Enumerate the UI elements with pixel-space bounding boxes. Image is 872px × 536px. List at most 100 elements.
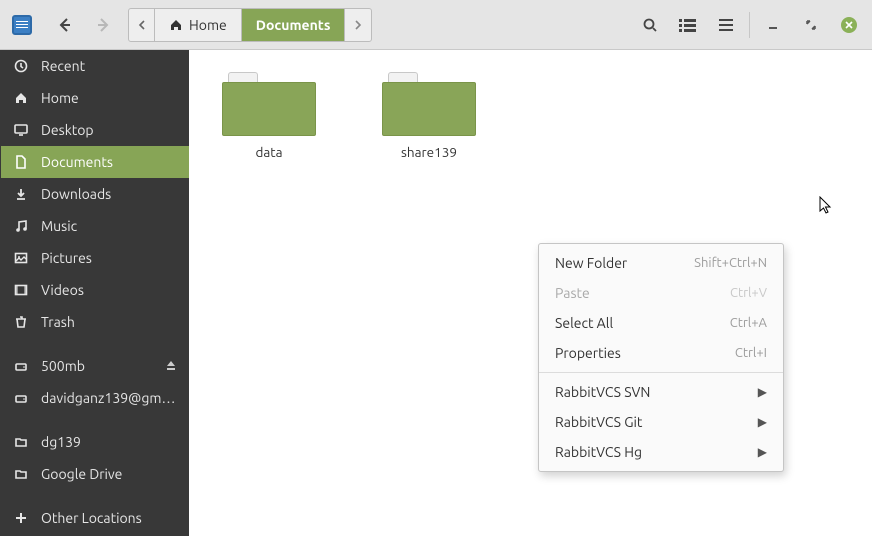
arrow-left-icon — [57, 17, 73, 33]
path-current-label: Documents — [256, 17, 331, 33]
picture-icon — [13, 251, 29, 265]
arrow-right-icon — [95, 17, 111, 33]
trash-icon — [13, 315, 29, 329]
sidebar-item-other-locations[interactable]: Other Locations — [1, 502, 189, 534]
toolbar-separator — [749, 12, 750, 38]
menu-item-rabbitvcs-svn[interactable]: RabbitVCS SVN ▶ — [539, 377, 783, 407]
eject-icon[interactable] — [165, 358, 177, 374]
menu-item-label: RabbitVCS Git — [555, 414, 748, 430]
folder-icon — [13, 467, 29, 481]
sidebar-item-label: Videos — [41, 282, 177, 298]
sidebar-item-trash[interactable]: Trash — [1, 306, 189, 338]
sidebar-item-downloads[interactable]: Downloads — [1, 178, 189, 210]
plus-icon — [13, 511, 29, 525]
menu-item-new-folder[interactable]: New Folder Shift+Ctrl+N — [539, 248, 783, 278]
menu-item-shortcut: Shift+Ctrl+N — [694, 256, 767, 270]
menu-item-label: Properties — [555, 345, 725, 361]
maximize-icon — [805, 19, 817, 31]
sidebar-item-label: Music — [41, 218, 177, 234]
back-button[interactable] — [46, 6, 84, 44]
path-segment-current[interactable]: Documents — [242, 9, 346, 41]
folder-grid: data share139 — [189, 50, 872, 182]
hamburger-icon — [718, 18, 734, 32]
folder-label: data — [255, 144, 282, 160]
clock-icon — [13, 59, 29, 73]
sidebar-item-pictures[interactable]: Pictures — [1, 242, 189, 274]
forward-button[interactable] — [84, 6, 122, 44]
sidebar-item-label: davidganz139@gm… — [41, 390, 177, 406]
cursor-icon — [819, 196, 833, 216]
menu-item-label: Select All — [555, 315, 720, 331]
sidebar-item-desktop[interactable]: Desktop — [1, 114, 189, 146]
path-overflow-button[interactable] — [345, 9, 371, 41]
window-maximize-button[interactable] — [792, 6, 830, 44]
path-root-button[interactable] — [129, 9, 155, 41]
window-minimize-button[interactable] — [754, 6, 792, 44]
close-icon — [841, 17, 857, 33]
chevron-right-icon: ▶ — [758, 385, 767, 399]
sidebar-item-label: Other Locations — [41, 510, 177, 526]
menu-item-rabbitvcs-git[interactable]: RabbitVCS Git ▶ — [539, 407, 783, 437]
folder-label: share139 — [401, 144, 457, 160]
minimize-icon — [767, 19, 779, 31]
home-icon — [13, 91, 29, 105]
menu-item-label: New Folder — [555, 255, 684, 271]
path-home-label: Home — [189, 17, 227, 33]
menu-item-label: RabbitVCS SVN — [555, 384, 748, 400]
menu-item-shortcut: Ctrl+A — [730, 316, 767, 330]
sidebar-item-label: Google Drive — [41, 466, 177, 482]
chevron-left-icon — [137, 20, 147, 30]
menu-item-properties[interactable]: Properties Ctrl+I — [539, 338, 783, 368]
chevron-right-icon — [354, 20, 362, 30]
app-icon — [12, 15, 32, 35]
sidebar-item-label: Documents — [41, 154, 177, 170]
music-icon — [13, 219, 29, 233]
sidebar-item-google-drive[interactable]: Google Drive — [1, 458, 189, 490]
chevron-right-icon: ▶ — [758, 445, 767, 459]
sidebar-item-label: Recent — [41, 58, 177, 74]
sidebar-item-home[interactable]: Home — [1, 82, 189, 114]
sidebar-item-dg139[interactable]: dg139 — [1, 426, 189, 458]
folder-item[interactable]: data — [219, 72, 319, 160]
sidebar-item-label: Trash — [41, 314, 177, 330]
menu-item-select-all[interactable]: Select All Ctrl+A — [539, 308, 783, 338]
sidebar-item-label: Desktop — [41, 122, 177, 138]
menu-separator — [539, 372, 783, 373]
window-close-button[interactable] — [830, 6, 868, 44]
search-icon — [642, 17, 658, 33]
context-menu: New FolderShift+Ctrl+NPasteCtrl+VSelect … — [538, 243, 784, 472]
view-toggle-button[interactable] — [669, 6, 707, 44]
menu-item-paste: PasteCtrl+V — [539, 278, 783, 308]
document-icon — [13, 155, 29, 169]
desktop-icon — [13, 123, 29, 137]
path-segment-home[interactable]: Home — [155, 9, 242, 41]
sidebar-item-label: 500mb — [41, 358, 153, 374]
sidebar-item-500mb[interactable]: 500mb — [1, 350, 189, 382]
main-area: Recent Home Desktop Documents Downloads Music… — [0, 50, 872, 536]
sidebar-item-videos[interactable]: Videos — [1, 274, 189, 306]
drive-icon — [13, 391, 29, 405]
toolbar: Home Documents — [0, 0, 872, 50]
chevron-right-icon: ▶ — [758, 415, 767, 429]
sidebar-item-music[interactable]: Music — [1, 210, 189, 242]
sidebar-item-label: Pictures — [41, 250, 177, 266]
sidebar-item-davidganz139-gm-[interactable]: davidganz139@gm… — [1, 382, 189, 414]
folder-icon — [382, 72, 476, 136]
menu-item-label: RabbitVCS Hg — [555, 444, 748, 460]
search-button[interactable] — [631, 6, 669, 44]
sidebar-item-label: dg139 — [41, 434, 177, 450]
sidebar: Recent Home Desktop Documents Downloads Music… — [0, 50, 189, 536]
sidebar-item-documents[interactable]: Documents — [1, 146, 189, 178]
sidebar-item-label: Home — [41, 90, 177, 106]
menu-item-shortcut: Ctrl+I — [735, 346, 767, 360]
menu-item-shortcut: Ctrl+V — [730, 286, 767, 300]
menu-item-rabbitvcs-hg[interactable]: RabbitVCS Hg ▶ — [539, 437, 783, 467]
video-icon — [13, 283, 29, 297]
content-pane[interactable]: data share139 New Folder Shift+Ctrl+N Paste… — [189, 50, 872, 536]
folder-icon — [222, 72, 316, 136]
hamburger-menu-button[interactable] — [707, 6, 745, 44]
folder-item[interactable]: share139 — [379, 72, 479, 160]
folder-icon — [13, 435, 29, 449]
sidebar-item-recent[interactable]: Recent — [1, 50, 189, 82]
home-icon — [169, 18, 183, 32]
